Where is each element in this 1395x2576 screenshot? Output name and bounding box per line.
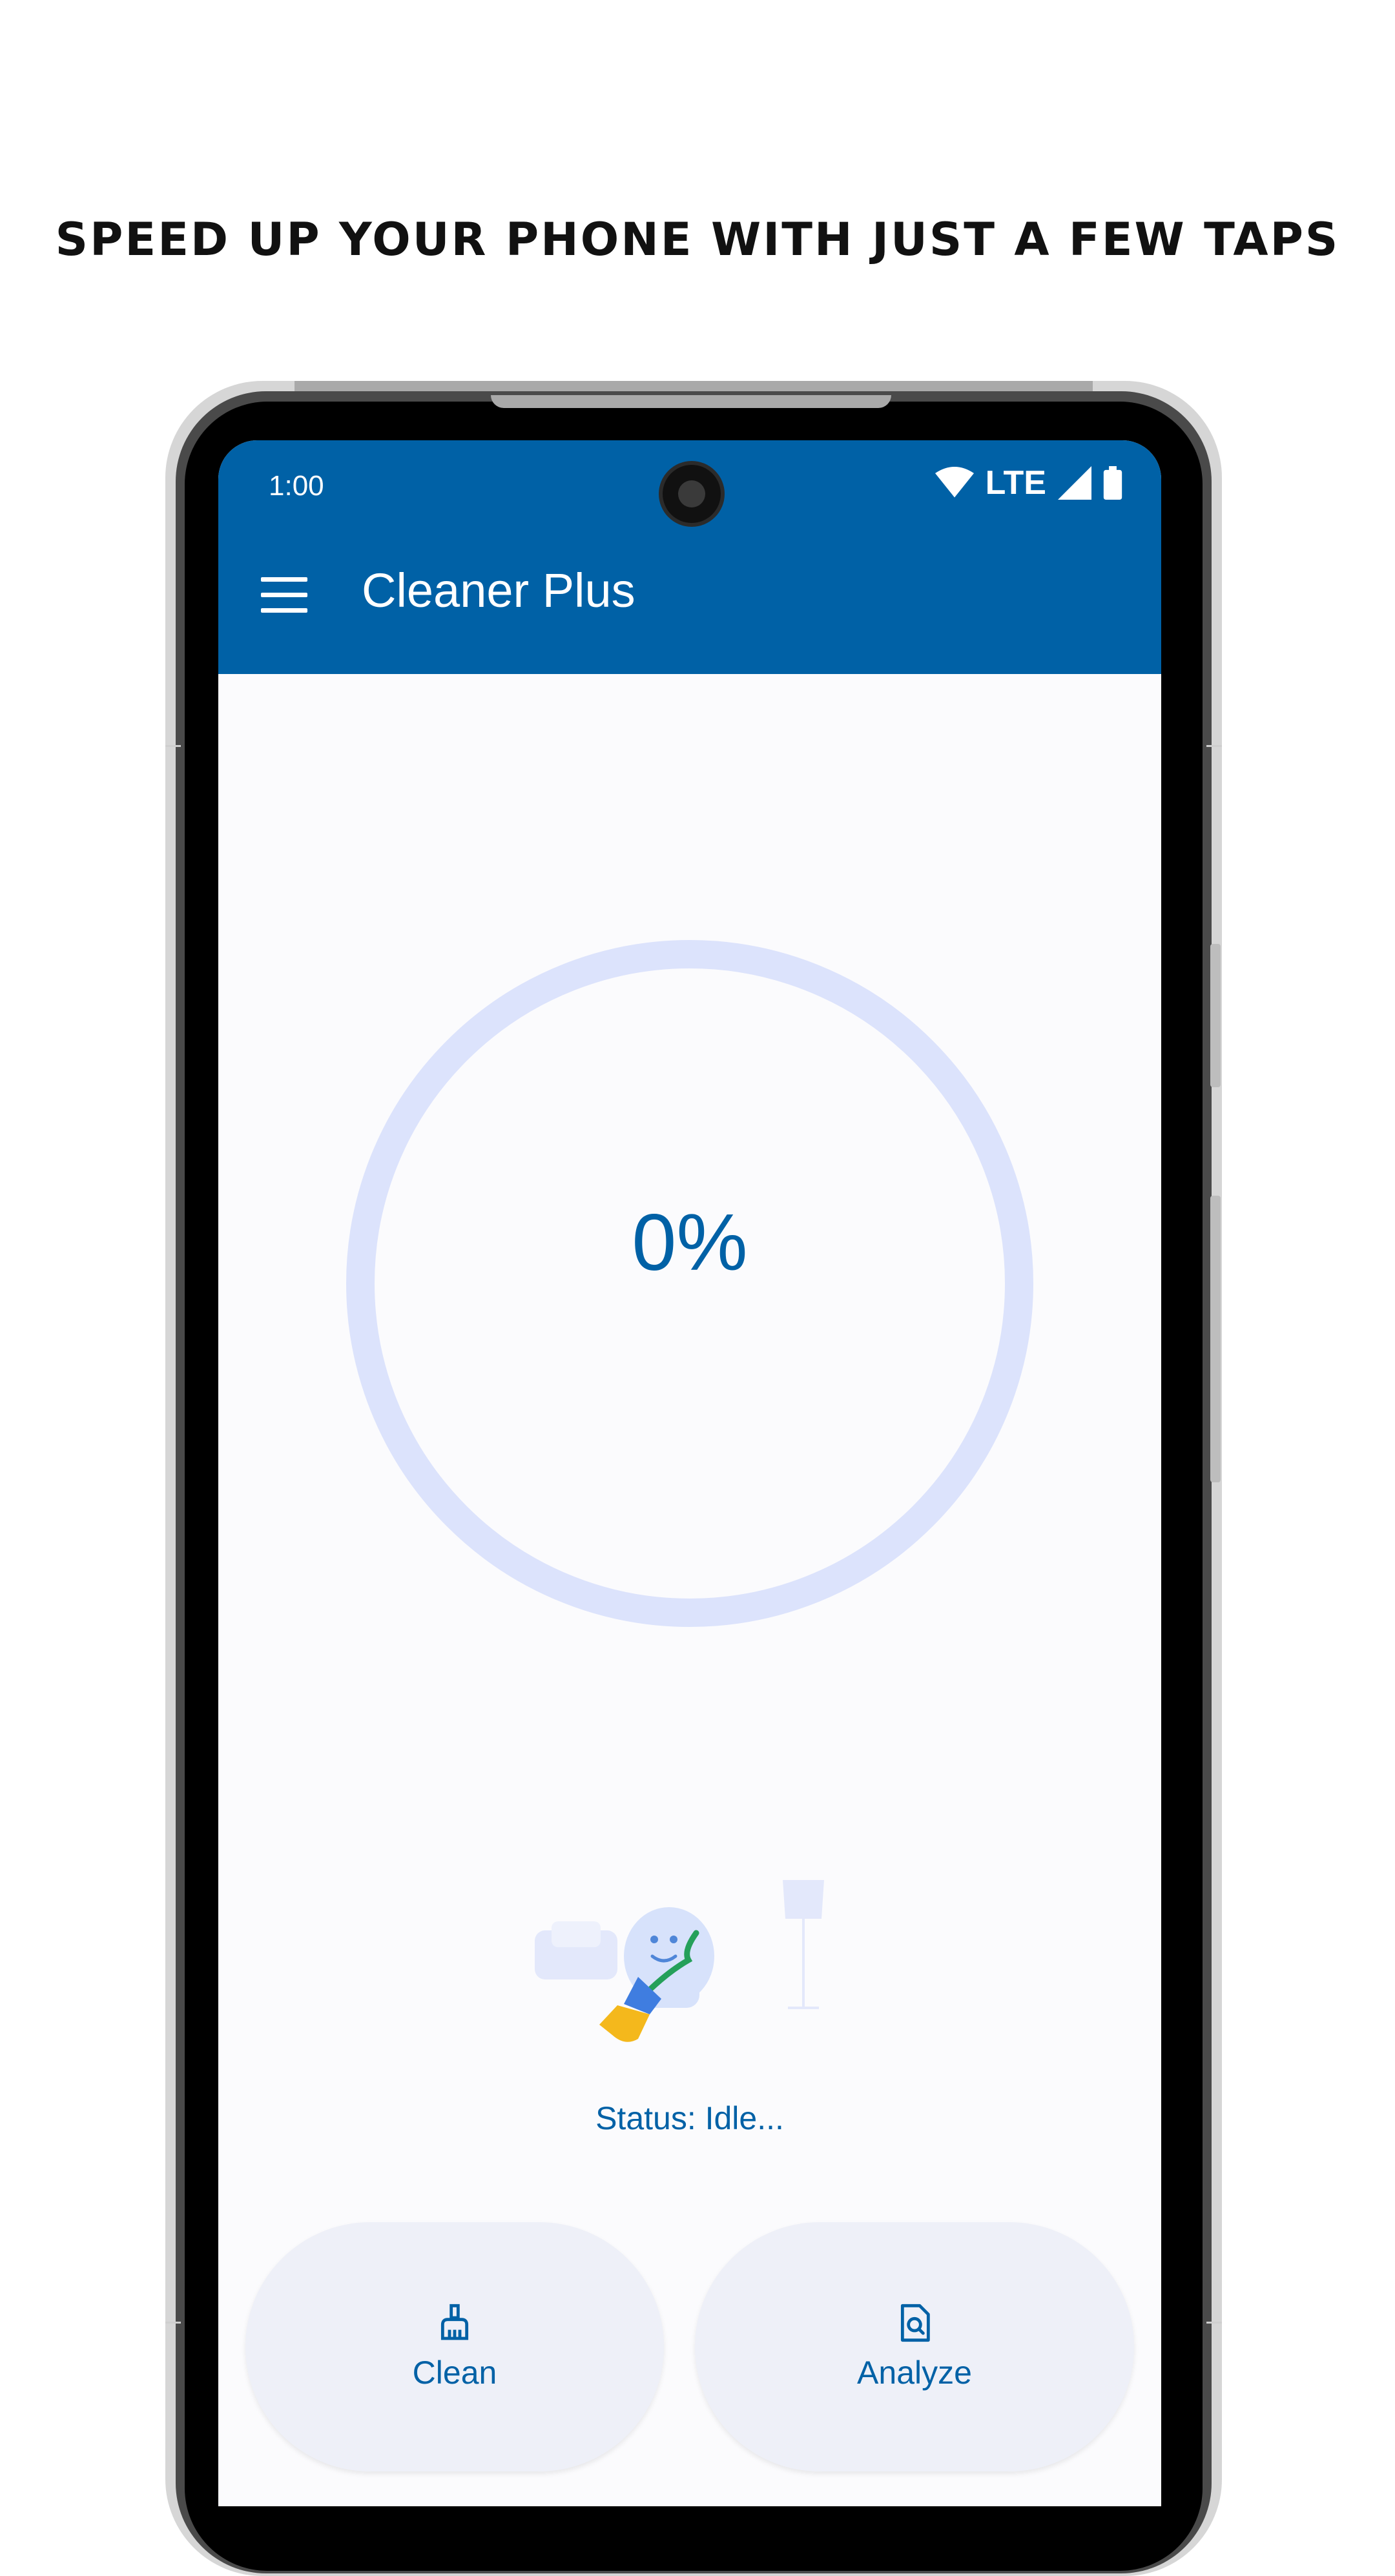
network-type: LTE: [985, 464, 1046, 502]
file-search-icon: [900, 2304, 930, 2342]
battery-icon: [1103, 466, 1122, 500]
progress-percentage: 0%: [632, 1198, 748, 1287]
phone-screen: 1:00 LTE Cleaner Plus 0% Status: Idle...…: [218, 440, 1161, 2506]
frame-line: [165, 745, 181, 747]
wifi-icon: [935, 467, 974, 498]
analyze-button[interactable]: Analyze: [695, 2222, 1134, 2471]
status-time: 1:00: [269, 470, 324, 502]
device-speaker-bar: [491, 395, 891, 408]
volume-button: [1210, 1196, 1221, 1482]
cellular-signal-icon: [1058, 466, 1091, 500]
clean-button[interactable]: Clean: [245, 2222, 664, 2471]
app-title: Cleaner Plus: [362, 564, 636, 617]
status-icons: LTE: [935, 464, 1122, 502]
sofa-icon: [535, 1921, 617, 1979]
app-header: 1:00 LTE Cleaner Plus: [218, 440, 1161, 674]
broom-icon: [440, 2304, 469, 2340]
lamp-icon: [783, 1880, 824, 2009]
frame-line: [1206, 745, 1222, 747]
status-text: Status: Idle...: [595, 2100, 784, 2136]
front-camera: [663, 465, 721, 523]
analyze-button-label: Analyze: [857, 2355, 972, 2391]
frame-line: [1206, 2322, 1222, 2324]
clean-button-label: Clean: [412, 2355, 497, 2391]
promo-headline: SPEED UP YOUR PHONE WITH JUST A FEW TAPS: [55, 213, 1340, 266]
frame-line: [165, 2322, 181, 2324]
power-button: [1210, 944, 1221, 1087]
cleaning-illustration: [535, 1880, 824, 2042]
menu-icon[interactable]: [261, 577, 307, 613]
